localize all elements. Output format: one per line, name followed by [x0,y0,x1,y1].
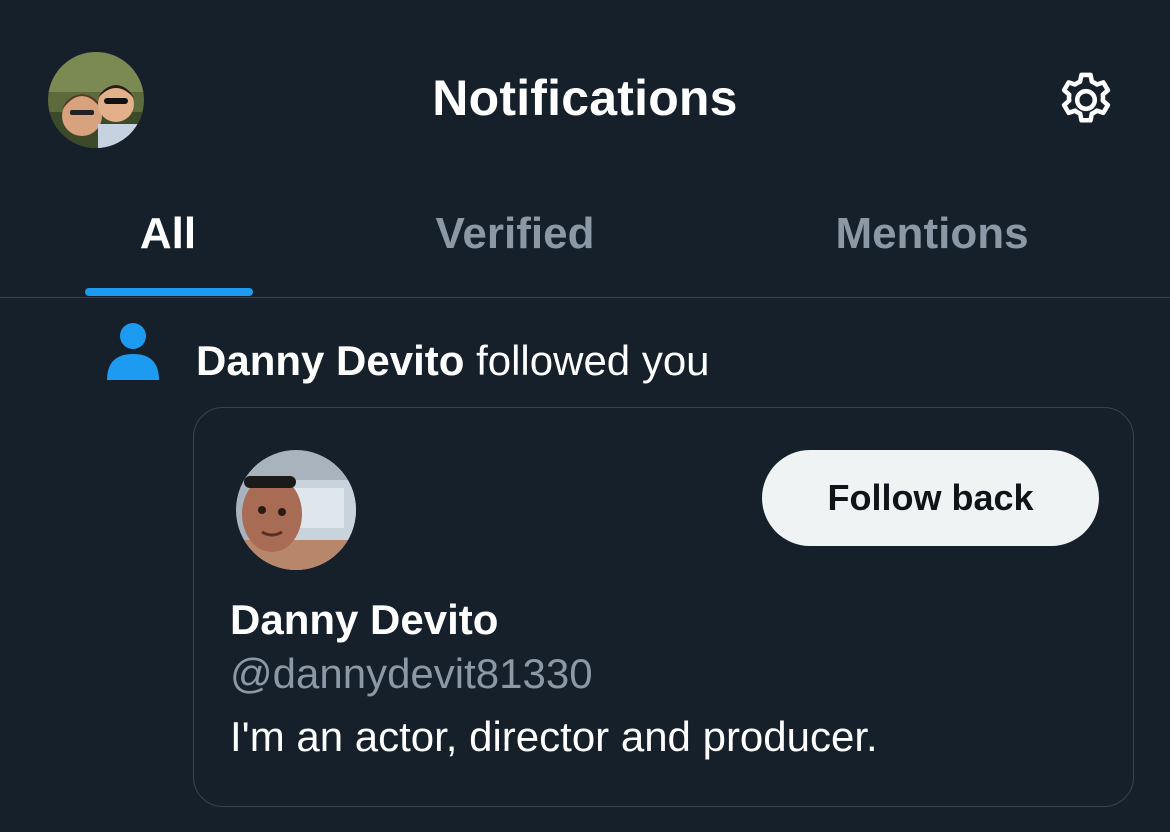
gear-icon [1061,72,1111,123]
notifications-screen: Notifications All Verified Mentions Dann… [0,0,1170,832]
user-avatar[interactable] [236,450,356,570]
tab-mentions[interactable]: Mentions [790,204,1074,264]
notification-text[interactable]: Danny Devito followed you [196,334,710,388]
follow-back-button[interactable]: Follow back [762,450,1099,546]
page-title: Notifications [432,70,738,126]
user-bio: I'm an actor, director and producer. [230,713,878,760]
notification-action: followed you [476,337,710,384]
tabs-divider [0,297,1170,298]
active-tab-indicator [85,288,253,296]
tab-all[interactable]: All [84,204,252,264]
tab-verified[interactable]: Verified [380,204,650,264]
notification-tabs: All Verified Mentions [0,190,1170,298]
header: Notifications [0,0,1170,190]
user-name[interactable]: Danny Devito [230,594,498,646]
notification-actor[interactable]: Danny Devito [196,337,464,384]
user-handle[interactable]: @dannydevit81330 [230,648,593,700]
settings-button[interactable] [1050,64,1122,136]
user-card[interactable]: Follow back Danny Devito @dannydevit8133… [193,407,1134,807]
person-icon [104,322,162,382]
avatar-photo-icon [236,450,356,570]
